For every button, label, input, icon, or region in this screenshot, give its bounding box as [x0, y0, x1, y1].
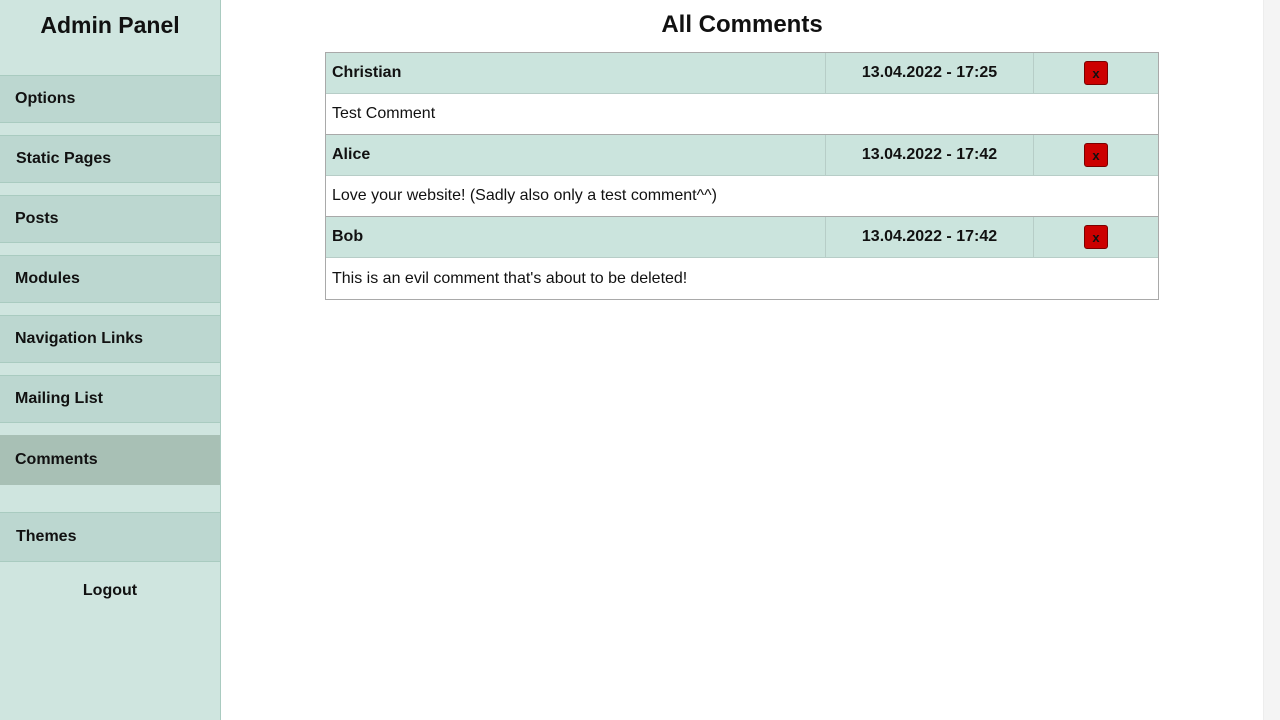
nav-item-modules[interactable]: Modules: [0, 255, 220, 303]
comment-date: 13.04.2022 - 17:42: [826, 217, 1034, 257]
nav-item-navigation-links[interactable]: Navigation Links: [0, 315, 220, 363]
comment-author: Alice: [326, 135, 826, 175]
nav-item-label: Options: [15, 90, 76, 107]
nav-item-label: Modules: [15, 270, 80, 287]
comment-delete-cell: x: [1034, 217, 1158, 257]
delete-comment-button[interactable]: x: [1084, 225, 1108, 249]
nav-item-label: Themes: [16, 528, 77, 545]
comment-text: This is an evil comment that's about to …: [326, 258, 1158, 299]
comment-date: 13.04.2022 - 17:25: [826, 53, 1034, 93]
nav-item-label: Static Pages: [16, 150, 112, 167]
nav-item-posts[interactable]: Posts: [0, 195, 220, 243]
nav-item-label: Navigation Links: [15, 330, 144, 347]
sidebar-title: Admin Panel: [40, 12, 180, 38]
comment-delete-cell: x: [1034, 53, 1158, 93]
comment-date: 13.04.2022 - 17:42: [826, 135, 1034, 175]
nav-item-static-pages[interactable]: Static Pages: [0, 135, 220, 183]
comment-author: Christian: [326, 53, 826, 93]
nav-item-comments[interactable]: Comments: [0, 435, 220, 485]
comment-author: Bob: [326, 217, 826, 257]
sidebar: Admin Panel Options Static Pages Posts M…: [0, 0, 221, 720]
nav-item-mailing-list[interactable]: Mailing List: [0, 375, 220, 423]
delete-comment-button[interactable]: x: [1084, 143, 1108, 167]
nav-item-label: Posts: [15, 210, 59, 227]
comment-header-row: Bob 13.04.2022 - 17:42 x: [326, 217, 1158, 258]
delete-comment-button[interactable]: x: [1084, 61, 1108, 85]
logout-link[interactable]: Logout: [0, 582, 220, 600]
comment-header-row: Christian 13.04.2022 - 17:25 x: [326, 53, 1158, 94]
comment-delete-cell: x: [1034, 135, 1158, 175]
comment-text: Test Comment: [326, 94, 1158, 135]
nav-item-label: Mailing List: [15, 390, 103, 407]
comments-table: Christian 13.04.2022 - 17:25 x Test Comm…: [325, 52, 1159, 300]
nav-item-label: Comments: [15, 451, 98, 468]
nav-item-themes[interactable]: Themes: [0, 512, 220, 562]
nav-item-options[interactable]: Options: [0, 75, 220, 123]
page-title: All Comments: [661, 11, 823, 38]
comment-header-row: Alice 13.04.2022 - 17:42 x: [326, 135, 1158, 176]
comment-text: Love your website! (Sadly also only a te…: [326, 176, 1158, 217]
page-scrollbar[interactable]: [1263, 0, 1280, 720]
